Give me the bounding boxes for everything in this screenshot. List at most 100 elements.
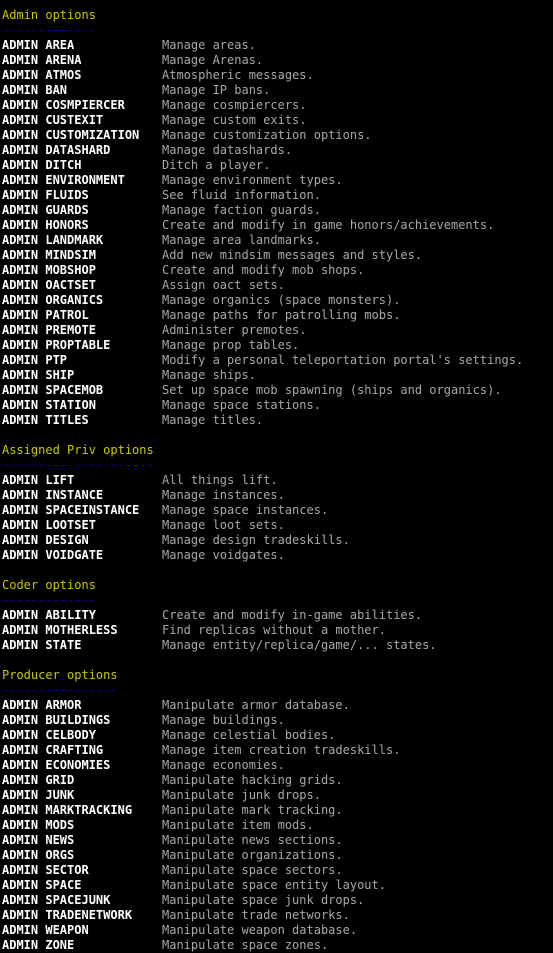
command-row[interactable]: ADMIN ECONOMIES Manage economies. — [2, 758, 553, 773]
command-row[interactable]: ADMIN MOBSHOP Create and modify mob shops… — [2, 263, 553, 278]
command-row[interactable]: ADMIN TITLES Manage titles. — [2, 413, 553, 428]
command-name[interactable]: ADMIN LOOTSET — [2, 518, 162, 533]
command-row[interactable]: ADMIN GRID Manipulate hacking grids. — [2, 773, 553, 788]
command-name[interactable]: ADMIN ECONOMIES — [2, 758, 162, 773]
command-name[interactable]: ADMIN TRADENETWORK — [2, 908, 162, 923]
command-name[interactable]: ADMIN MARKTRACKING — [2, 803, 162, 818]
command-name[interactable]: ADMIN SPACEINSTANCE — [2, 503, 162, 518]
command-name[interactable]: ADMIN PREMOTE — [2, 323, 162, 338]
command-name[interactable]: ADMIN BUILDINGS — [2, 713, 162, 728]
command-name[interactable]: ADMIN ORGS — [2, 848, 162, 863]
command-row[interactable]: ADMIN SPACEJUNK Manipulate space junk dro… — [2, 893, 553, 908]
command-row[interactable]: ADMIN DATASHARD Manage datashards. — [2, 143, 553, 158]
command-name[interactable]: ADMIN BAN — [2, 83, 162, 98]
command-name[interactable]: ADMIN STATE — [2, 638, 162, 653]
command-name[interactable]: ADMIN DATASHARD — [2, 143, 162, 158]
command-name[interactable]: ADMIN FLUIDS — [2, 188, 162, 203]
command-row[interactable]: ADMIN SECTOR Manipulate space sectors. — [2, 863, 553, 878]
command-name[interactable]: ADMIN CELBODY — [2, 728, 162, 743]
command-row[interactable]: ADMIN INSTANCE Manage instances. — [2, 488, 553, 503]
command-name[interactable]: ADMIN SPACEMOB — [2, 383, 162, 398]
command-name[interactable]: ADMIN WEAPON — [2, 923, 162, 938]
command-row[interactable]: ADMIN AREA Manage areas. — [2, 38, 553, 53]
command-row[interactable]: ADMIN PROPTABLE Manage prop tables. — [2, 338, 553, 353]
command-name[interactable]: ADMIN PATROL — [2, 308, 162, 323]
command-name[interactable]: ADMIN INSTANCE — [2, 488, 162, 503]
command-row[interactable]: ADMIN SHIP Manage ships. — [2, 368, 553, 383]
command-row[interactable]: ADMIN ORGANICS Manage organics (space mon… — [2, 293, 553, 308]
command-name[interactable]: ADMIN PROPTABLE — [2, 338, 162, 353]
command-name[interactable]: ADMIN VOIDGATE — [2, 548, 162, 563]
command-row[interactable]: ADMIN MARKTRACKING Manipulate mark tracki… — [2, 803, 553, 818]
command-name[interactable]: ADMIN GRID — [2, 773, 162, 788]
command-row[interactable]: ADMIN ARMOR Manipulate armor database. — [2, 698, 553, 713]
command-row[interactable]: ADMIN TRADENETWORK Manipulate trade netwo… — [2, 908, 553, 923]
command-row[interactable]: ADMIN BAN Manage IP bans. — [2, 83, 553, 98]
command-row[interactable]: ADMIN SPACE Manipulate space entity layou… — [2, 878, 553, 893]
command-name[interactable]: ADMIN AREA — [2, 38, 162, 53]
command-row[interactable]: ADMIN MINDSIM Add new mindsim messages an… — [2, 248, 553, 263]
command-name[interactable]: ADMIN MOBSHOP — [2, 263, 162, 278]
command-row[interactable]: ADMIN STATE Manage entity/replica/game/..… — [2, 638, 553, 653]
command-name[interactable]: ADMIN ENVIRONMENT — [2, 173, 162, 188]
command-name[interactable]: ADMIN LIFT — [2, 473, 162, 488]
command-name[interactable]: ADMIN CRAFTING — [2, 743, 162, 758]
command-row[interactable]: ADMIN CUSTEXIT Manage custom exits. — [2, 113, 553, 128]
command-name[interactable]: ADMIN NEWS — [2, 833, 162, 848]
command-name[interactable]: ADMIN TITLES — [2, 413, 162, 428]
command-row[interactable]: ADMIN STATION Manage space stations. — [2, 398, 553, 413]
command-row[interactable]: ADMIN SPACEMOB Set up space mob spawning … — [2, 383, 553, 398]
command-name[interactable]: ADMIN COSMPIERCER — [2, 98, 162, 113]
command-name[interactable]: ADMIN MOTHERLESS — [2, 623, 162, 638]
command-row[interactable]: ADMIN ORGS Manipulate organizations. — [2, 848, 553, 863]
command-row[interactable]: ADMIN CRAFTING Manage item creation trade… — [2, 743, 553, 758]
command-row[interactable]: ADMIN DESIGN Manage design tradeskills. — [2, 533, 553, 548]
command-row[interactable]: ADMIN LOOTSET Manage loot sets. — [2, 518, 553, 533]
command-row[interactable]: ADMIN BUILDINGS Manage buildings. — [2, 713, 553, 728]
command-name[interactable]: ADMIN STATION — [2, 398, 162, 413]
command-row[interactable]: ADMIN LIFT All things lift. — [2, 473, 553, 488]
command-name[interactable]: ADMIN SHIP — [2, 368, 162, 383]
command-row[interactable]: ADMIN PREMOTE Administer premotes. — [2, 323, 553, 338]
command-row[interactable]: ADMIN NEWS Manipulate news sections. — [2, 833, 553, 848]
command-row[interactable]: ADMIN PTP Modify a personal teleportation… — [2, 353, 553, 368]
command-name[interactable]: ADMIN MODS — [2, 818, 162, 833]
command-name[interactable]: ADMIN JUNK — [2, 788, 162, 803]
command-name[interactable]: ADMIN ARMOR — [2, 698, 162, 713]
command-name[interactable]: ADMIN LANDMARK — [2, 233, 162, 248]
command-name[interactable]: ADMIN CUSTOMIZATION — [2, 128, 162, 143]
command-name[interactable]: ADMIN CUSTEXIT — [2, 113, 162, 128]
command-row[interactable]: ADMIN CELBODY Manage celestial bodies. — [2, 728, 553, 743]
command-row[interactable]: ADMIN ABILITY Create and modify in-game a… — [2, 608, 553, 623]
command-row[interactable]: ADMIN VOIDGATE Manage voidgates. — [2, 548, 553, 563]
command-name[interactable]: ADMIN ABILITY — [2, 608, 162, 623]
command-name[interactable]: ADMIN ORGANICS — [2, 293, 162, 308]
command-row[interactable]: ADMIN LANDMARK Manage area landmarks. — [2, 233, 553, 248]
command-row[interactable]: ADMIN COSMPIERCER Manage cosmpiercers. — [2, 98, 553, 113]
command-name[interactable]: ADMIN HONORS — [2, 218, 162, 233]
command-name[interactable]: ADMIN DESIGN — [2, 533, 162, 548]
command-row[interactable]: ADMIN GUARDS Manage faction guards. — [2, 203, 553, 218]
command-name[interactable]: ADMIN OACTSET — [2, 278, 162, 293]
command-name[interactable]: ADMIN SPACE — [2, 878, 162, 893]
command-row[interactable]: ADMIN DITCH Ditch a player. — [2, 158, 553, 173]
command-row[interactable]: ADMIN ARENA Manage Arenas. — [2, 53, 553, 68]
command-row[interactable]: ADMIN ATMOS Atmospheric messages. — [2, 68, 553, 83]
command-row[interactable]: ADMIN MOTHERLESS Find replicas without a … — [2, 623, 553, 638]
command-name[interactable]: ADMIN GUARDS — [2, 203, 162, 218]
command-row[interactable]: ADMIN FLUIDS See fluid information. — [2, 188, 553, 203]
command-row[interactable]: ADMIN ENVIRONMENT Manage environment type… — [2, 173, 553, 188]
command-row[interactable]: ADMIN OACTSET Assign oact sets. — [2, 278, 553, 293]
command-name[interactable]: ADMIN ARENA — [2, 53, 162, 68]
command-row[interactable]: ADMIN WEAPON Manipulate weapon database. — [2, 923, 553, 938]
command-row[interactable]: ADMIN MODS Manipulate item mods. — [2, 818, 553, 833]
command-name[interactable]: ADMIN ATMOS — [2, 68, 162, 83]
command-row[interactable]: ADMIN CUSTOMIZATION Manage customization … — [2, 128, 553, 143]
command-name[interactable]: ADMIN PTP — [2, 353, 162, 368]
command-name[interactable]: ADMIN SECTOR — [2, 863, 162, 878]
command-row[interactable]: ADMIN SPACEINSTANCE Manage space instance… — [2, 503, 553, 518]
command-row[interactable]: ADMIN JUNK Manipulate junk drops. — [2, 788, 553, 803]
command-name[interactable]: ADMIN DITCH — [2, 158, 162, 173]
command-row[interactable]: ADMIN HONORS Create and modify in game ho… — [2, 218, 553, 233]
command-name[interactable]: ADMIN SPACEJUNK — [2, 893, 162, 908]
